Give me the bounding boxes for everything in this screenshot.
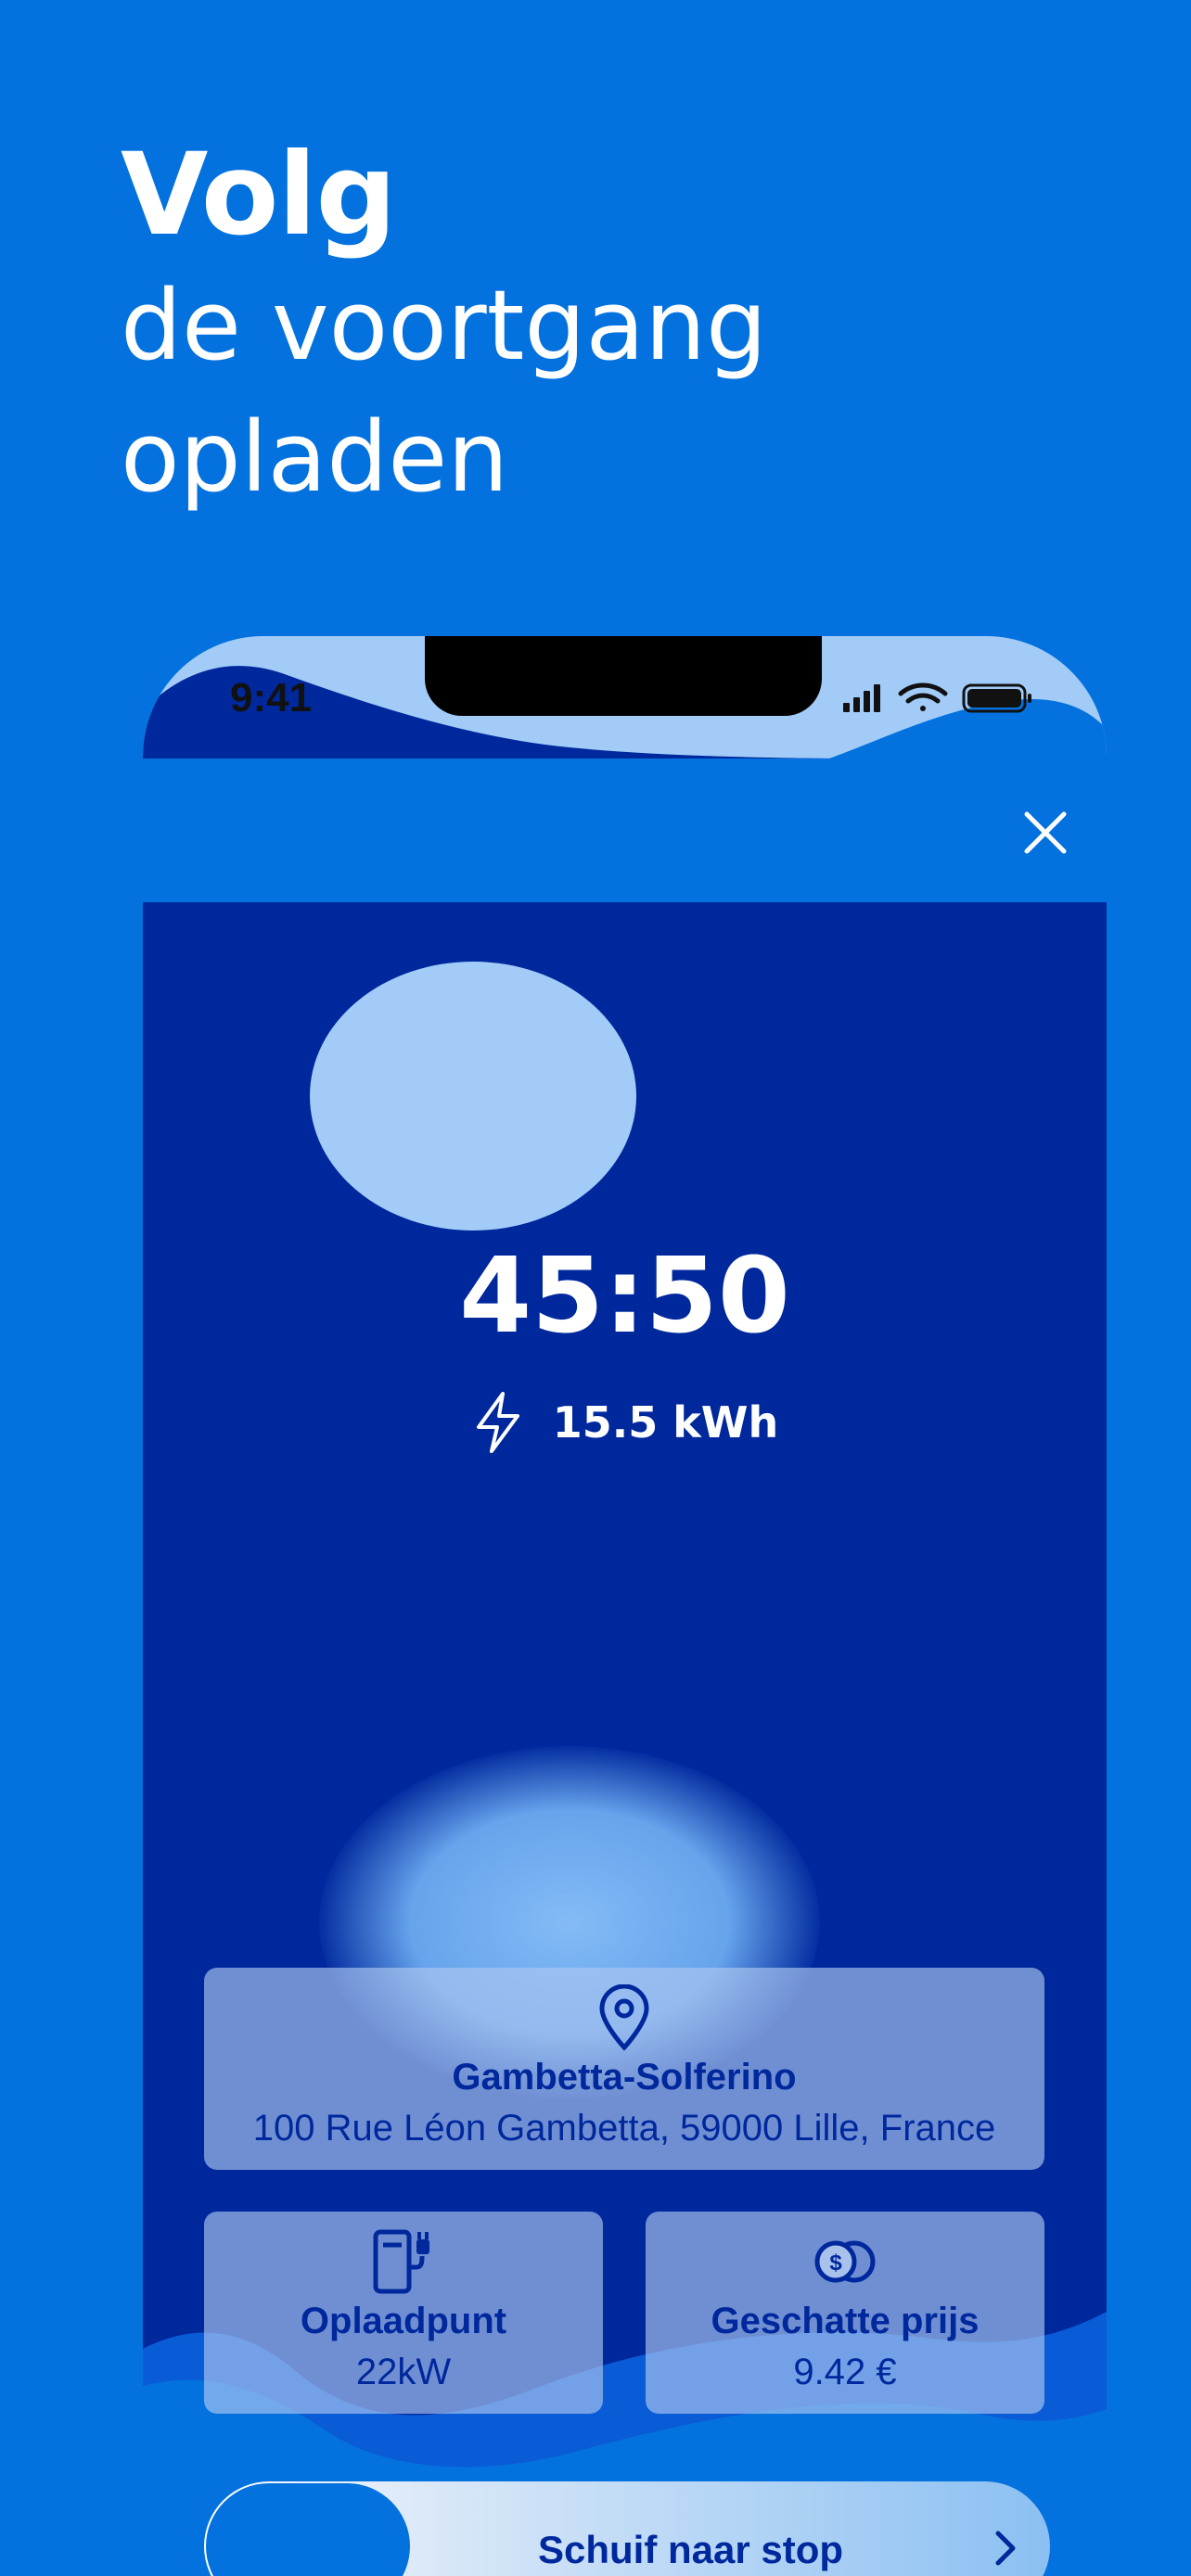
close-icon[interactable] (1018, 805, 1073, 861)
charge-point-title: Oplaadpunt (300, 2301, 507, 2341)
price-title: Geschatte prijs (711, 2301, 980, 2341)
location-name: Gambetta-Solferino (452, 2057, 797, 2098)
headline-bold: Volg (121, 129, 397, 261)
decorative-circle (310, 962, 636, 1231)
headline-line-2: de voortgang (121, 269, 768, 382)
notch (425, 636, 822, 716)
svg-text:$: $ (829, 2251, 842, 2276)
location-card: Gambetta-Solferino 100 Rue Léon Gambetta… (204, 1968, 1044, 2170)
status-icons (843, 682, 1031, 713)
location-pin-icon (599, 1984, 649, 2051)
status-time: 9:41 (230, 675, 313, 721)
charger-icon (373, 2229, 429, 2294)
chevron-right-icon (995, 2531, 1016, 2566)
estimated-price-card: $ Geschatte prijs 9.42 € (646, 2212, 1044, 2414)
slider-knob[interactable] (206, 2483, 410, 2576)
location-address: 100 Rue Léon Gambetta, 59000 Lille, Fran… (252, 2108, 996, 2149)
energy-value: 15.5 kWh (552, 1397, 779, 1447)
slide-to-stop[interactable]: Schuif naar stop (204, 2481, 1050, 2576)
headline-line-3: opladen (121, 401, 509, 514)
charge-point-card: Oplaadpunt 22kW (204, 2212, 603, 2414)
status-bar: 9:41 (143, 636, 1107, 759)
battery-icon (962, 683, 1031, 713)
energy-readout: 15.5 kWh (143, 1390, 1107, 1455)
wifi-icon (898, 682, 948, 711)
coins-icon: $ (814, 2240, 876, 2283)
price-value: 9.42 € (793, 2352, 897, 2392)
slider-label: Schuif naar stop (538, 2528, 844, 2571)
charging-duration: 45:50 (459, 1236, 790, 1357)
charging-panel: 45:50 15.5 kWh Gambetta-Solferino 100 Ru… (143, 902, 1107, 2576)
signal-icon (843, 684, 880, 712)
bolt-icon (476, 1392, 519, 1453)
marketing-headline: Volg de voortgang opladen (121, 130, 767, 523)
phone-frame: 9:41 45:50 15.5 kWh Gambetta-Solferino 1… (143, 636, 1107, 2576)
charge-point-power: 22kW (355, 2352, 452, 2392)
